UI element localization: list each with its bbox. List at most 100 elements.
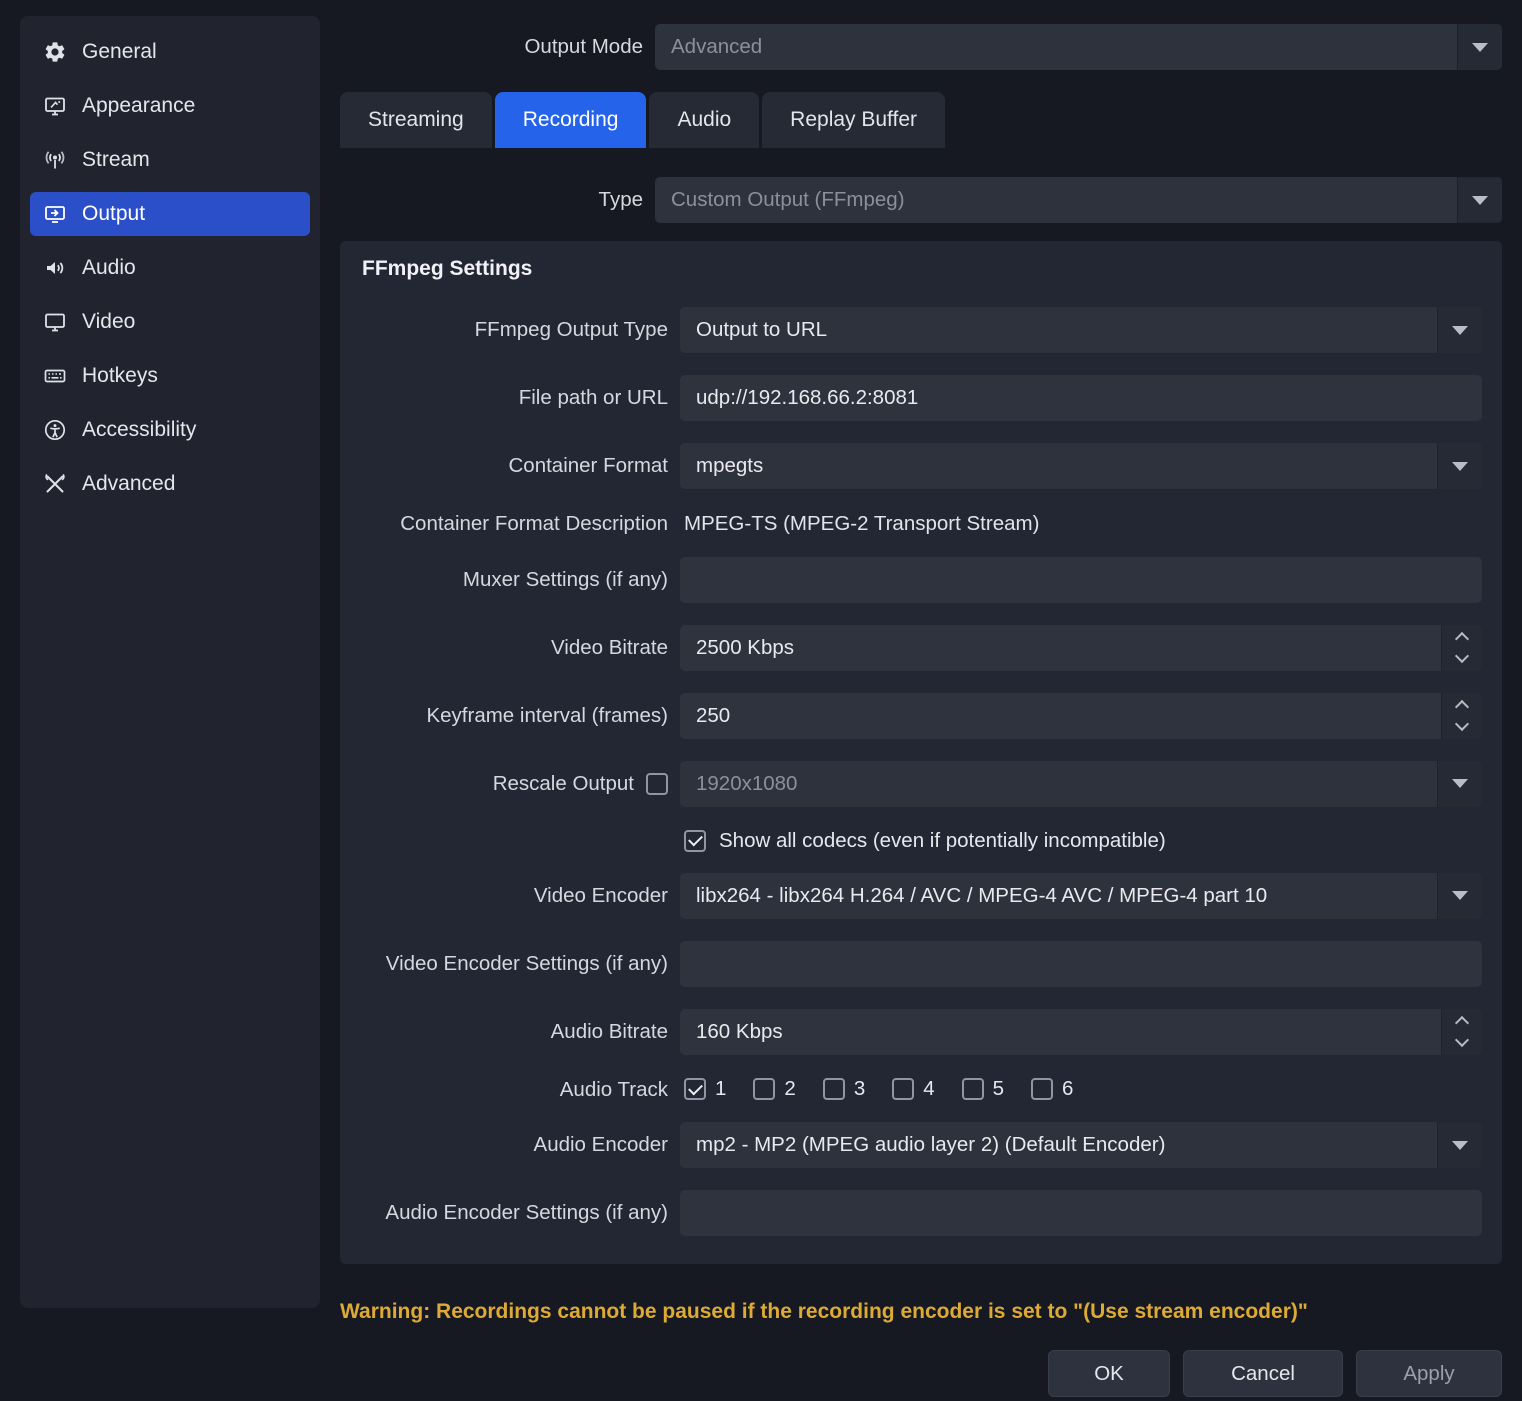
settings-sidebar: General Appearance Stream Output Audio [20,16,320,1308]
container-format-desc-label: Container Format Description [360,511,668,537]
keyframe-interval-row: Keyframe interval (frames) [360,693,1482,739]
display-icon [42,310,68,334]
sidebar-item-advanced[interactable]: Advanced [30,462,310,506]
audio-track-6[interactable]: 6 [1031,1077,1073,1101]
tab-audio[interactable]: Audio [649,92,759,148]
panel-title: FFmpeg Settings [362,257,1482,281]
spin-down-button[interactable] [1442,648,1482,671]
recording-type-row: Type Custom Output (FFmpeg) [340,177,1502,223]
audio-track-label: Audio Track [360,1077,668,1103]
container-format-select[interactable]: mpegts [680,443,1482,489]
video-bitrate-spinner [680,625,1482,671]
output-mode-select[interactable]: Advanced [655,24,1502,70]
tab-streaming[interactable]: Streaming [340,92,492,148]
audio-bitrate-input[interactable] [680,1009,1482,1055]
audio-track-3-label: 3 [854,1077,865,1101]
spin-up-button[interactable] [1442,625,1482,648]
audio-track-2[interactable]: 2 [753,1077,795,1101]
video-encoder-row: Video Encoder libx264 - libx264 H.264 / … [360,873,1482,919]
sidebar-item-stream[interactable]: Stream [30,138,310,182]
recording-type-label: Type [340,187,643,213]
muxer-settings-input[interactable] [680,557,1482,603]
video-encoder-label: Video Encoder [360,883,668,909]
video-bitrate-input[interactable] [680,625,1482,671]
sidebar-item-general[interactable]: General [30,30,310,74]
muxer-settings-label: Muxer Settings (if any) [360,567,668,593]
container-format-label: Container Format [360,453,668,479]
audio-encoder-settings-input[interactable] [680,1190,1482,1236]
spin-down-button[interactable] [1442,1032,1482,1055]
recording-type-select[interactable]: Custom Output (FFmpeg) [655,177,1502,223]
video-encoder-value: libx264 - libx264 H.264 / AVC / MPEG-4 A… [696,884,1267,908]
sidebar-item-appearance[interactable]: Appearance [30,84,310,128]
video-encoder-settings-row: Video Encoder Settings (if any) [360,941,1482,987]
recording-type-value: Custom Output (FFmpeg) [671,188,905,212]
dialog-footer: OK Cancel Apply [340,1350,1502,1397]
spin-up-button[interactable] [1442,693,1482,716]
keyframe-interval-label: Keyframe interval (frames) [360,703,668,729]
sidebar-item-label: General [82,40,157,64]
audio-track-1-checkbox[interactable] [684,1078,706,1100]
show-all-codecs-checkbox[interactable] [684,830,706,852]
tab-replay-buffer[interactable]: Replay Buffer [762,92,945,148]
ffmpeg-output-type-row: FFmpeg Output Type Output to URL [360,307,1482,353]
ffmpeg-output-type-label: FFmpeg Output Type [360,317,668,343]
audio-track-2-checkbox[interactable] [753,1078,775,1100]
audio-track-3-checkbox[interactable] [823,1078,845,1100]
sidebar-item-label: Output [82,202,145,226]
spin-down-button[interactable] [1442,716,1482,739]
rescale-resolution-select[interactable]: 1920x1080 [680,761,1482,807]
audio-encoder-select[interactable]: mp2 - MP2 (MPEG audio layer 2) (Default … [680,1122,1482,1168]
audio-encoder-value: mp2 - MP2 (MPEG audio layer 2) (Default … [696,1133,1165,1157]
chevron-down-icon [1437,1122,1482,1168]
rescale-resolution-value: 1920x1080 [696,772,797,796]
sidebar-item-video[interactable]: Video [30,300,310,344]
spin-up-button[interactable] [1442,1009,1482,1032]
audio-encoder-label: Audio Encoder [360,1132,668,1158]
audio-track-5-checkbox[interactable] [962,1078,984,1100]
sidebar-item-hotkeys[interactable]: Hotkeys [30,354,310,398]
rescale-output-label-group: Rescale Output [360,771,668,797]
container-format-value: mpegts [696,454,763,478]
tab-recording[interactable]: Recording [495,92,647,148]
tools-icon [42,472,68,496]
sidebar-item-audio[interactable]: Audio [30,246,310,290]
video-encoder-settings-input[interactable] [680,941,1482,987]
file-path-input[interactable] [680,375,1482,421]
file-path-row: File path or URL [360,375,1482,421]
ok-button[interactable]: OK [1048,1350,1170,1397]
sidebar-item-accessibility[interactable]: Accessibility [30,408,310,452]
audio-track-1[interactable]: 1 [684,1077,726,1101]
keyboard-icon [42,364,68,388]
video-bitrate-label: Video Bitrate [360,635,668,661]
audio-track-3[interactable]: 3 [823,1077,865,1101]
show-all-codecs-label: Show all codecs (even if potentially inc… [719,829,1166,853]
rescale-output-checkbox[interactable] [646,773,668,795]
sidebar-item-output[interactable]: Output [30,192,310,236]
video-encoder-select[interactable]: libx264 - libx264 H.264 / AVC / MPEG-4 A… [680,873,1482,919]
audio-encoder-settings-label: Audio Encoder Settings (if any) [360,1200,668,1226]
keyframe-interval-input[interactable] [680,693,1482,739]
sidebar-item-label: Video [82,310,135,334]
apply-button[interactable]: Apply [1356,1350,1502,1397]
sidebar-item-label: Appearance [82,94,195,118]
sidebar-item-label: Advanced [82,472,175,496]
output-tabs: Streaming Recording Audio Replay Buffer [340,92,1502,148]
audio-bitrate-spinner [680,1009,1482,1055]
cancel-button[interactable]: Cancel [1183,1350,1343,1397]
gear-icon [42,40,68,64]
audio-track-4[interactable]: 4 [892,1077,934,1101]
audio-track-4-checkbox[interactable] [892,1078,914,1100]
container-format-desc-row: Container Format Description MPEG-TS (MP… [360,511,1482,537]
audio-track-row: Audio Track 1 2 3 [360,1077,1482,1103]
chevron-down-icon [1437,873,1482,919]
antenna-icon [42,148,68,172]
audio-track-2-label: 2 [784,1077,795,1101]
audio-track-group: 1 2 3 4 5 [680,1077,1482,1101]
audio-track-6-checkbox[interactable] [1031,1078,1053,1100]
video-encoder-settings-label: Video Encoder Settings (if any) [360,951,668,977]
audio-track-4-label: 4 [923,1077,934,1101]
chevron-down-icon [1437,307,1482,353]
audio-track-5[interactable]: 5 [962,1077,1004,1101]
ffmpeg-output-type-select[interactable]: Output to URL [680,307,1482,353]
